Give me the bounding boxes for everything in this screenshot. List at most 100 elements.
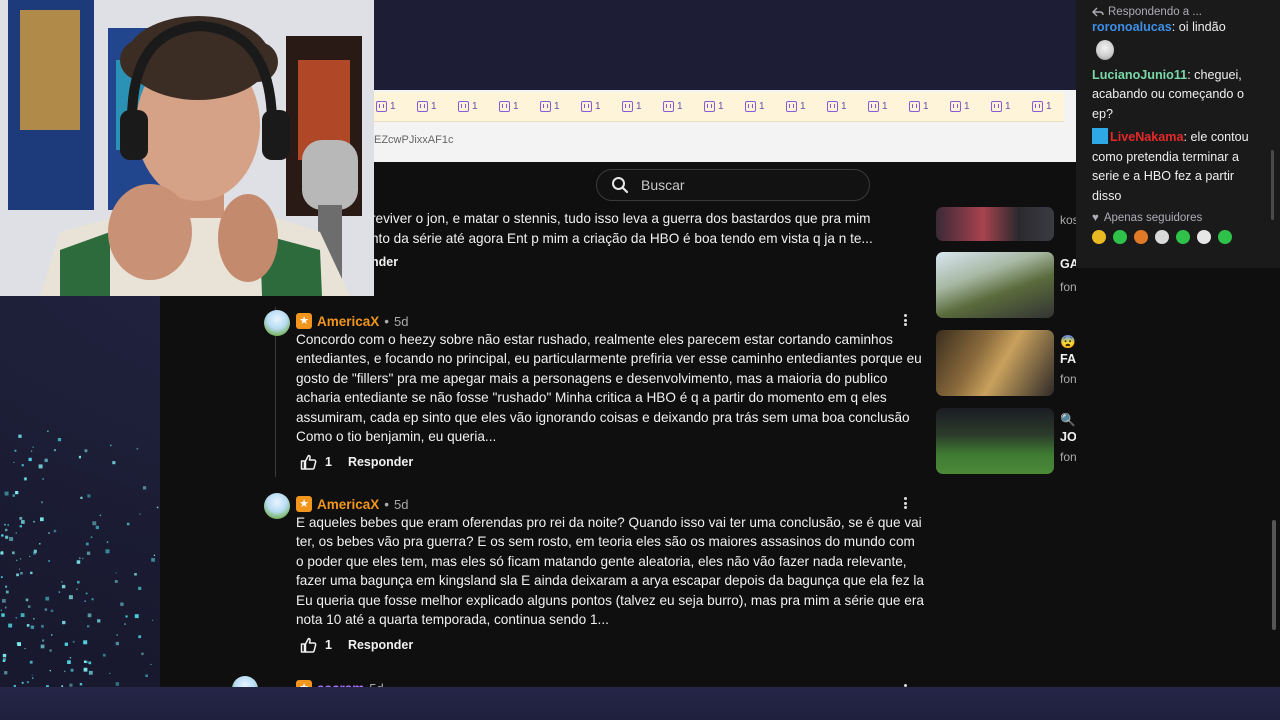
chat-scrollbar[interactable]	[1271, 150, 1274, 220]
particle	[12, 551, 15, 555]
video-title[interactable]: GALILEU, SOU MAIS E...	[1060, 256, 1076, 273]
particle	[84, 660, 87, 663]
twitch-icon	[417, 101, 428, 112]
particle	[17, 642, 21, 646]
bookmark-item[interactable]: 1	[376, 101, 417, 112]
bookmark-item[interactable]: 1	[458, 101, 499, 112]
bookmark-item[interactable]: 1	[704, 101, 745, 112]
twitch-icon	[499, 101, 510, 112]
partial-reply-button[interactable]: nder	[371, 255, 398, 269]
bookmark-item[interactable]: 1	[499, 101, 540, 112]
channel-name[interactable]: fontinnelerj ✓	[1060, 280, 1076, 294]
particle	[0, 609, 2, 611]
emote-icon[interactable]	[1197, 230, 1211, 244]
emote-icon[interactable]	[1134, 230, 1148, 244]
recommendation-card[interactable]: 🔍 Ep. 1 - EM BUSCA DA JOIA DO CAPIM FC +…	[936, 408, 1076, 476]
bookmark-item[interactable]: 1	[868, 101, 909, 112]
comment-author[interactable]: AmericaX	[317, 314, 379, 329]
like-icon[interactable]	[300, 637, 317, 653]
like-icon[interactable]	[300, 454, 317, 470]
chat-username[interactable]: LucianoJunio11	[1092, 68, 1187, 82]
channel-name[interactable]: kos	[1060, 213, 1076, 227]
particle	[30, 571, 33, 575]
chat-panel: Respondendo a ... roronoalucas: oi lindã…	[1076, 0, 1280, 268]
bookmark-item[interactable]: 1	[950, 101, 991, 112]
particle	[95, 525, 99, 530]
reply-button[interactable]: Responder	[348, 638, 413, 652]
emote-icon[interactable]	[1218, 230, 1232, 244]
page-scrollbar[interactable]	[1272, 520, 1276, 630]
browser-strip-top	[374, 0, 1076, 90]
twitch-icon	[540, 101, 551, 112]
emote-icon[interactable]	[1092, 230, 1106, 244]
video-thumbnail[interactable]	[936, 408, 1054, 474]
particle	[53, 529, 57, 533]
video-thumbnail[interactable]	[936, 252, 1054, 318]
emote-icon[interactable]	[1113, 230, 1127, 244]
comment-time[interactable]: 5d	[394, 497, 408, 512]
twitch-icon	[704, 101, 715, 112]
channel-name[interactable]: fontinnelerj ✓	[1060, 450, 1076, 464]
emote-icon[interactable]	[1176, 230, 1190, 244]
bookmark-item[interactable]: 1	[622, 101, 663, 112]
more-options-icon[interactable]	[900, 312, 910, 328]
reply-button[interactable]: Responder	[348, 455, 413, 469]
more-options-icon[interactable]	[900, 495, 910, 511]
chat-username[interactable]: LiveNakama	[1110, 130, 1184, 144]
bookmark-label: 1	[841, 101, 847, 112]
particle	[4, 606, 7, 609]
particle	[0, 576, 3, 578]
bookmark-item[interactable]: 1	[745, 101, 786, 112]
particle	[40, 644, 45, 649]
particle	[4, 671, 8, 675]
chat-username[interactable]: roronoalucas	[1092, 20, 1172, 34]
comment-author[interactable]: AmericaX	[317, 497, 379, 512]
search-placeholder[interactable]: Buscar	[641, 177, 685, 193]
particle	[87, 494, 91, 498]
bottom-bar	[0, 687, 1280, 720]
recommendation-card[interactable]: GALILEU, SOU MAIS E... fontinnelerj ✓	[936, 252, 1076, 320]
particle	[27, 605, 31, 608]
recommendation-card[interactable]: 😨 VOU PARAR DE FAZER LIVE ❓ ENTEN... fon…	[936, 330, 1076, 398]
particle	[32, 446, 34, 448]
bookmark-bar: 1 1 1 1 1 1 1 1 1 1 1 1 1 1 1 1 1	[374, 92, 1064, 122]
reply-context[interactable]: Respondendo a ...	[1092, 6, 1280, 18]
avatar[interactable]	[264, 310, 290, 336]
particle	[78, 557, 81, 560]
comment-time[interactable]: 5d	[394, 314, 408, 329]
bookmark-item[interactable]: 1	[991, 101, 1032, 112]
particle	[86, 551, 91, 555]
particle	[19, 568, 21, 570]
comment: ★ AmericaX • 5d E aqueles bebes que eram…	[264, 493, 924, 663]
member-badge-icon: ★	[296, 313, 312, 329]
emote-icon[interactable]	[1155, 230, 1169, 244]
particle	[83, 640, 88, 645]
particle	[16, 559, 18, 561]
video-title[interactable]: 😨 VOU PARAR DE FAZER LIVE ❓ ENTEN...	[1060, 334, 1076, 368]
particle	[25, 598, 29, 602]
reply-arrow-icon	[1092, 7, 1104, 17]
video-thumbnail[interactable]	[936, 207, 1054, 241]
bookmark-item[interactable]: 1	[909, 101, 950, 112]
bookmark-item[interactable]: 1	[417, 101, 458, 112]
particle	[0, 551, 4, 555]
avatar[interactable]	[232, 676, 258, 687]
search-box[interactable]: Buscar	[596, 169, 870, 201]
bookmark-item[interactable]: 1	[1032, 101, 1064, 112]
bookmark-item[interactable]: 1	[786, 101, 827, 112]
emote-row[interactable]	[1092, 230, 1280, 244]
particle	[151, 558, 155, 562]
bookmark-label: 1	[1005, 101, 1011, 112]
video-thumbnail[interactable]	[936, 330, 1054, 396]
recommendation-card[interactable]: kos	[936, 195, 1076, 241]
bookmark-item[interactable]: 1	[827, 101, 868, 112]
bookmark-label: 1	[595, 101, 601, 112]
video-title[interactable]: 🔍 Ep. 1 - EM BUSCA DA JOIA DO CAPIM FC +…	[1060, 412, 1076, 446]
avatar[interactable]	[264, 493, 290, 519]
particle	[136, 447, 139, 450]
bookmark-item[interactable]: 1	[663, 101, 704, 112]
bookmark-item[interactable]: 1	[540, 101, 581, 112]
channel-name[interactable]: fontinnelerj ✓	[1060, 372, 1076, 386]
bookmark-item[interactable]: 1	[581, 101, 622, 112]
particle	[24, 477, 27, 480]
